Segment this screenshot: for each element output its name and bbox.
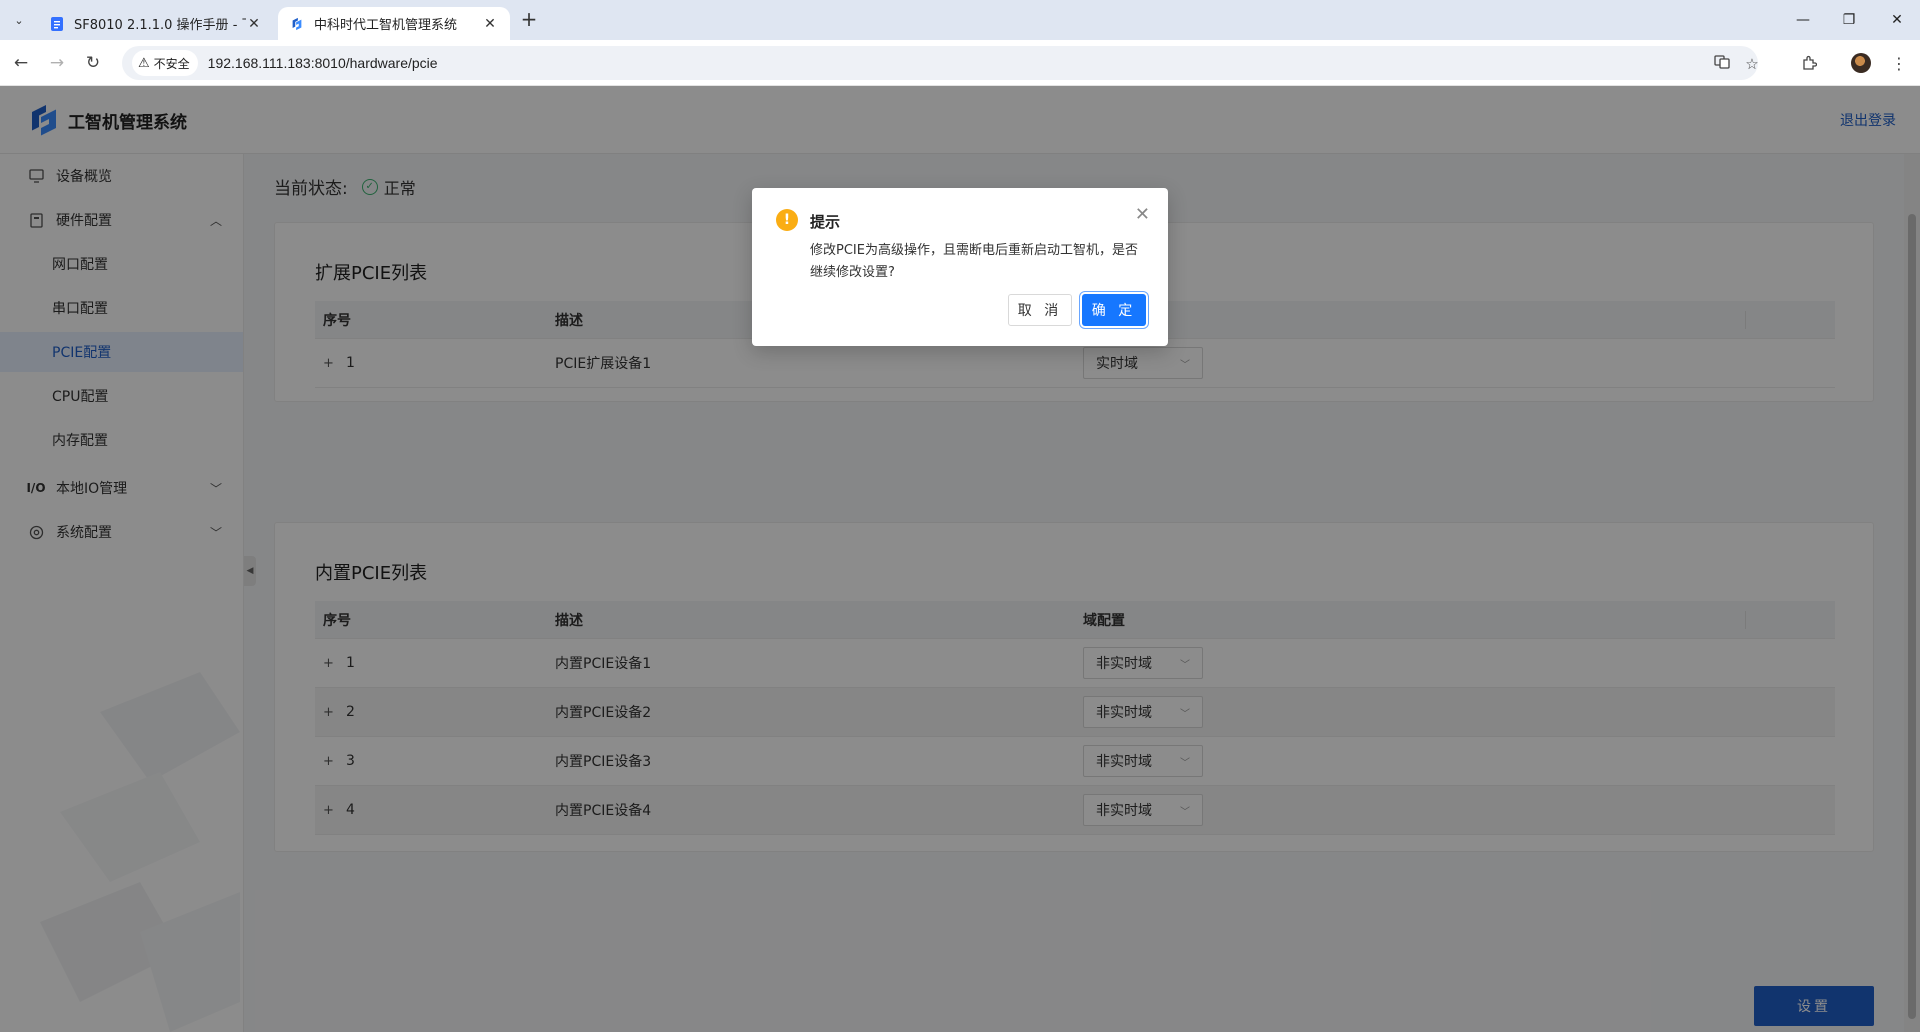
- translate-icon[interactable]: [1712, 54, 1732, 74]
- app-logo-icon: [290, 17, 304, 31]
- confirm-button[interactable]: 确 定: [1082, 294, 1146, 326]
- extensions-icon[interactable]: [1796, 50, 1822, 76]
- warning-triangle-icon: ⚠: [138, 55, 150, 71]
- close-icon[interactable]: ✕: [482, 16, 498, 32]
- address-bar[interactable]: ⚠ 不安全 192.168.111.183:8010/hardware/pcie…: [122, 46, 1759, 80]
- browser-tabbar: ⌄ SF8010 2.1.1.0 操作手册 - 飞书 ✕ 中科时代工智机管理系统…: [0, 0, 1920, 40]
- back-icon[interactable]: ←: [8, 50, 34, 76]
- close-icon[interactable]: ✕: [1135, 204, 1150, 225]
- dialog-title: 提示: [810, 213, 841, 231]
- warning-icon: !: [776, 209, 798, 231]
- bookmark-star-icon[interactable]: ☆: [1742, 54, 1762, 74]
- more-menu-icon[interactable]: ⋮: [1886, 50, 1912, 76]
- new-tab-button[interactable]: +: [518, 9, 540, 31]
- browser-tab-docs[interactable]: SF8010 2.1.1.0 操作手册 - 飞书 ✕: [38, 7, 274, 40]
- close-icon[interactable]: ✕: [246, 16, 262, 32]
- tab-title: 中科时代工智机管理系统: [314, 18, 458, 33]
- url-text[interactable]: 192.168.111.183:8010/hardware/pcie: [208, 55, 438, 71]
- minimize-icon[interactable]: —: [1780, 0, 1826, 40]
- restore-icon[interactable]: ❐: [1826, 0, 1872, 40]
- forward-icon[interactable]: →: [44, 50, 70, 76]
- tab-title: SF8010 2.1.1.0 操作手册 - 飞书: [74, 18, 246, 33]
- profile-avatar[interactable]: [1848, 50, 1874, 76]
- window-close-icon[interactable]: ✕: [1874, 0, 1920, 40]
- security-chip[interactable]: ⚠ 不安全: [132, 50, 198, 76]
- tab-search-button[interactable]: ⌄: [8, 9, 30, 31]
- browser-tab-app[interactable]: 中科时代工智机管理系统 ✕: [278, 7, 510, 40]
- cancel-button[interactable]: 取 消: [1008, 294, 1072, 326]
- document-icon: [50, 16, 64, 31]
- reload-icon[interactable]: ↻: [80, 50, 106, 76]
- confirm-dialog: ! 提示 ✕ 修改PCIE为高级操作，且需断电后重新启动工智机，是否继续修改设置…: [752, 188, 1168, 346]
- dialog-message: 修改PCIE为高级操作，且需断电后重新启动工智机，是否继续修改设置?: [810, 243, 1138, 280]
- security-label: 不安全: [153, 56, 190, 71]
- browser-toolbar: ← → ↻ ⚠ 不安全 192.168.111.183:8010/hardwar…: [0, 40, 1920, 86]
